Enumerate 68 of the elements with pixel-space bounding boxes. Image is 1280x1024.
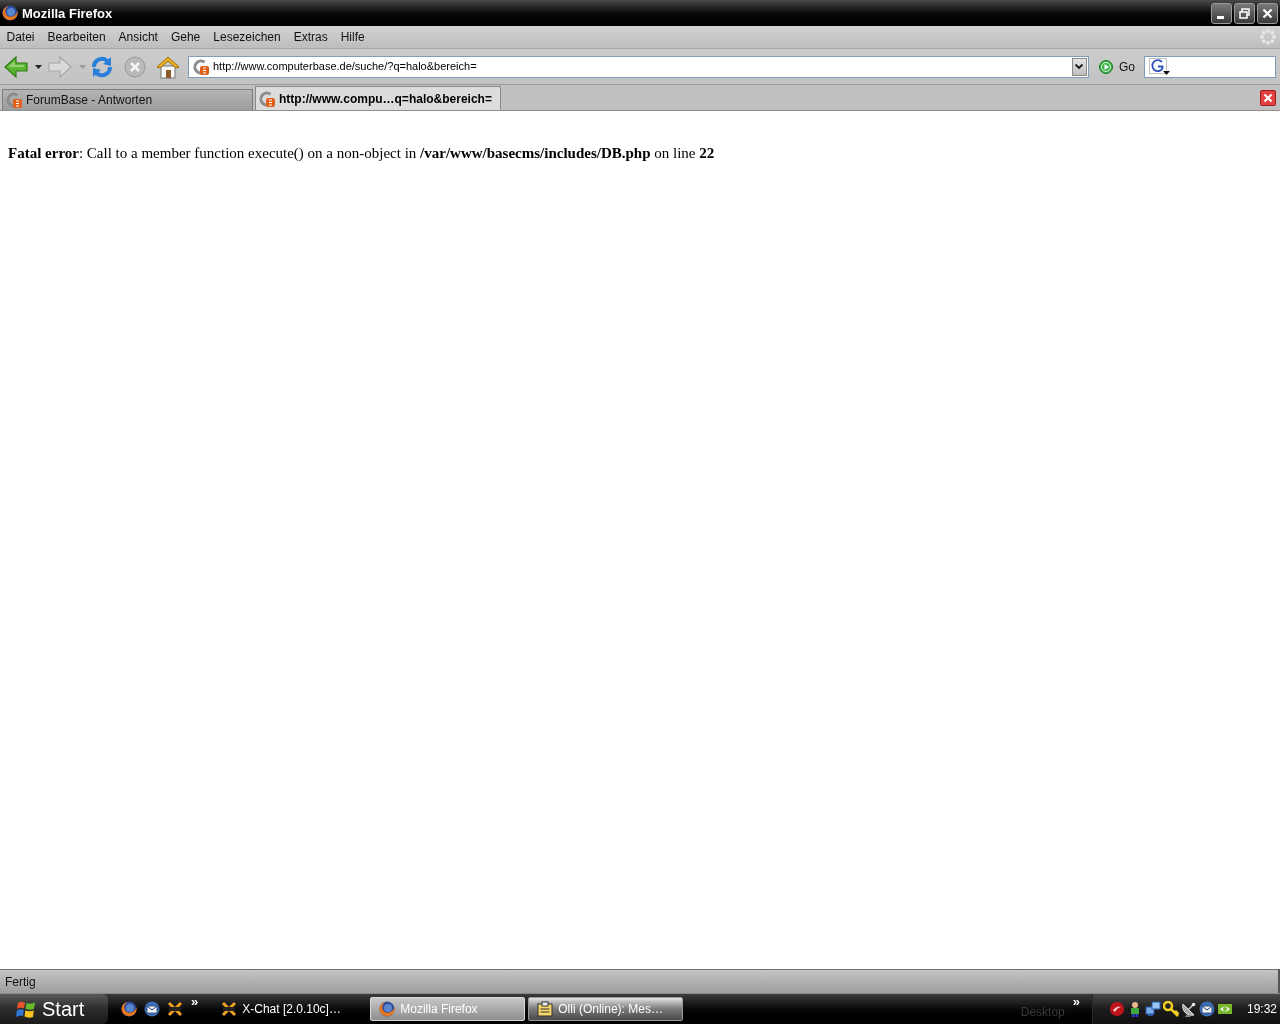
crossed-x-icon	[167, 1001, 183, 1017]
windows-flag-icon	[16, 999, 36, 1019]
menu-item[interactable]: Lesezeichen	[206, 27, 288, 47]
mail-icon	[144, 1001, 160, 1017]
address-field[interactable]: http://www.computerbase.de/suche/?q=halo&bereich=	[188, 55, 1089, 78]
disc-icon	[1109, 1001, 1125, 1017]
tab[interactable]: http://www.compu…q=halo&bereich=	[255, 86, 501, 110]
menu-item[interactable]: Datei	[0, 27, 41, 47]
more-button[interactable]: »	[191, 994, 199, 1008]
mail-icon	[1199, 1001, 1215, 1017]
reload-icon	[90, 54, 114, 79]
desktop-toolbar-label: Desktop	[1020, 1006, 1065, 1018]
close-tab-button[interactable]	[1260, 90, 1276, 106]
caret-icon	[1075, 64, 1084, 69]
clipboard-icon	[537, 1001, 554, 1017]
firefox-icon	[379, 1001, 396, 1017]
restore-button[interactable]	[1234, 2, 1255, 24]
status-text: Fertig	[5, 975, 36, 988]
menu-item[interactable]: Hilfe	[334, 27, 372, 47]
tray-item[interactable]	[1181, 1001, 1197, 1017]
favicon-icon	[6, 92, 22, 108]
activity-indicator-icon	[1259, 28, 1277, 46]
menu-item[interactable]: Gehe	[164, 27, 207, 47]
tray-item[interactable]	[1145, 1001, 1161, 1017]
tray-item[interactable]	[1199, 1001, 1215, 1017]
tray-item[interactable]	[1163, 1001, 1179, 1017]
menu-item[interactable]: Bearbeiten	[41, 27, 113, 47]
go-icon	[1099, 59, 1113, 74]
tab[interactable]: ForumBase - Antworten	[2, 89, 253, 110]
menu-item[interactable]: Extras	[287, 27, 335, 47]
minimize-button[interactable]	[1211, 2, 1232, 24]
caret-icon	[35, 64, 42, 69]
back-arrow-icon	[4, 55, 28, 78]
taskbar-window-button[interactable]: X-Chat [2.0.10c]…	[212, 997, 368, 1021]
window-title: Mozilla Firefox	[22, 6, 113, 20]
minimize-icon	[1216, 15, 1224, 19]
more-button[interactable]: »	[1072, 994, 1080, 1008]
close-button[interactable]	[1257, 2, 1278, 24]
start-button[interactable]: Start	[0, 994, 108, 1024]
quick-launch-item[interactable]	[167, 1001, 183, 1017]
error-message: Fatal error: Call to a member function execute() on a non-object in /var/www/basecms/includes/DB.php on line 22	[8, 145, 715, 162]
quick-launch-item[interactable]	[144, 1001, 160, 1017]
quick-launch-item[interactable]	[121, 1001, 137, 1017]
search-field[interactable]	[1144, 55, 1276, 78]
restore-icon	[1239, 7, 1250, 19]
network-computers-icon	[1145, 1001, 1161, 1017]
home-icon	[156, 54, 180, 79]
menu-item[interactable]: Ansicht	[112, 27, 165, 47]
firefox-icon	[121, 1001, 137, 1017]
close-tab-icon	[1260, 90, 1276, 106]
crossed-x-icon	[221, 1001, 238, 1017]
clock: 19:32	[1247, 1003, 1278, 1015]
forward-arrow-icon	[48, 55, 72, 78]
firefox-icon	[2, 5, 18, 21]
stop-icon	[124, 55, 146, 78]
key-icon	[1163, 1001, 1179, 1017]
search-engine-icon	[1149, 58, 1170, 75]
favicon-icon	[259, 90, 275, 107]
dropdown-button[interactable]	[1072, 57, 1087, 76]
go-button[interactable]: Go	[1099, 55, 1135, 78]
favicon-icon	[193, 58, 209, 75]
tray-item[interactable]	[1217, 1001, 1233, 1017]
caret-icon	[79, 64, 86, 69]
tray-item[interactable]	[1109, 1001, 1125, 1017]
close-icon	[1262, 7, 1273, 19]
taskbar-window-button[interactable]: Olli (Online): Mes…	[528, 997, 684, 1021]
eye-icon	[1217, 1001, 1233, 1017]
satellite-dish-icon	[1181, 1001, 1197, 1017]
